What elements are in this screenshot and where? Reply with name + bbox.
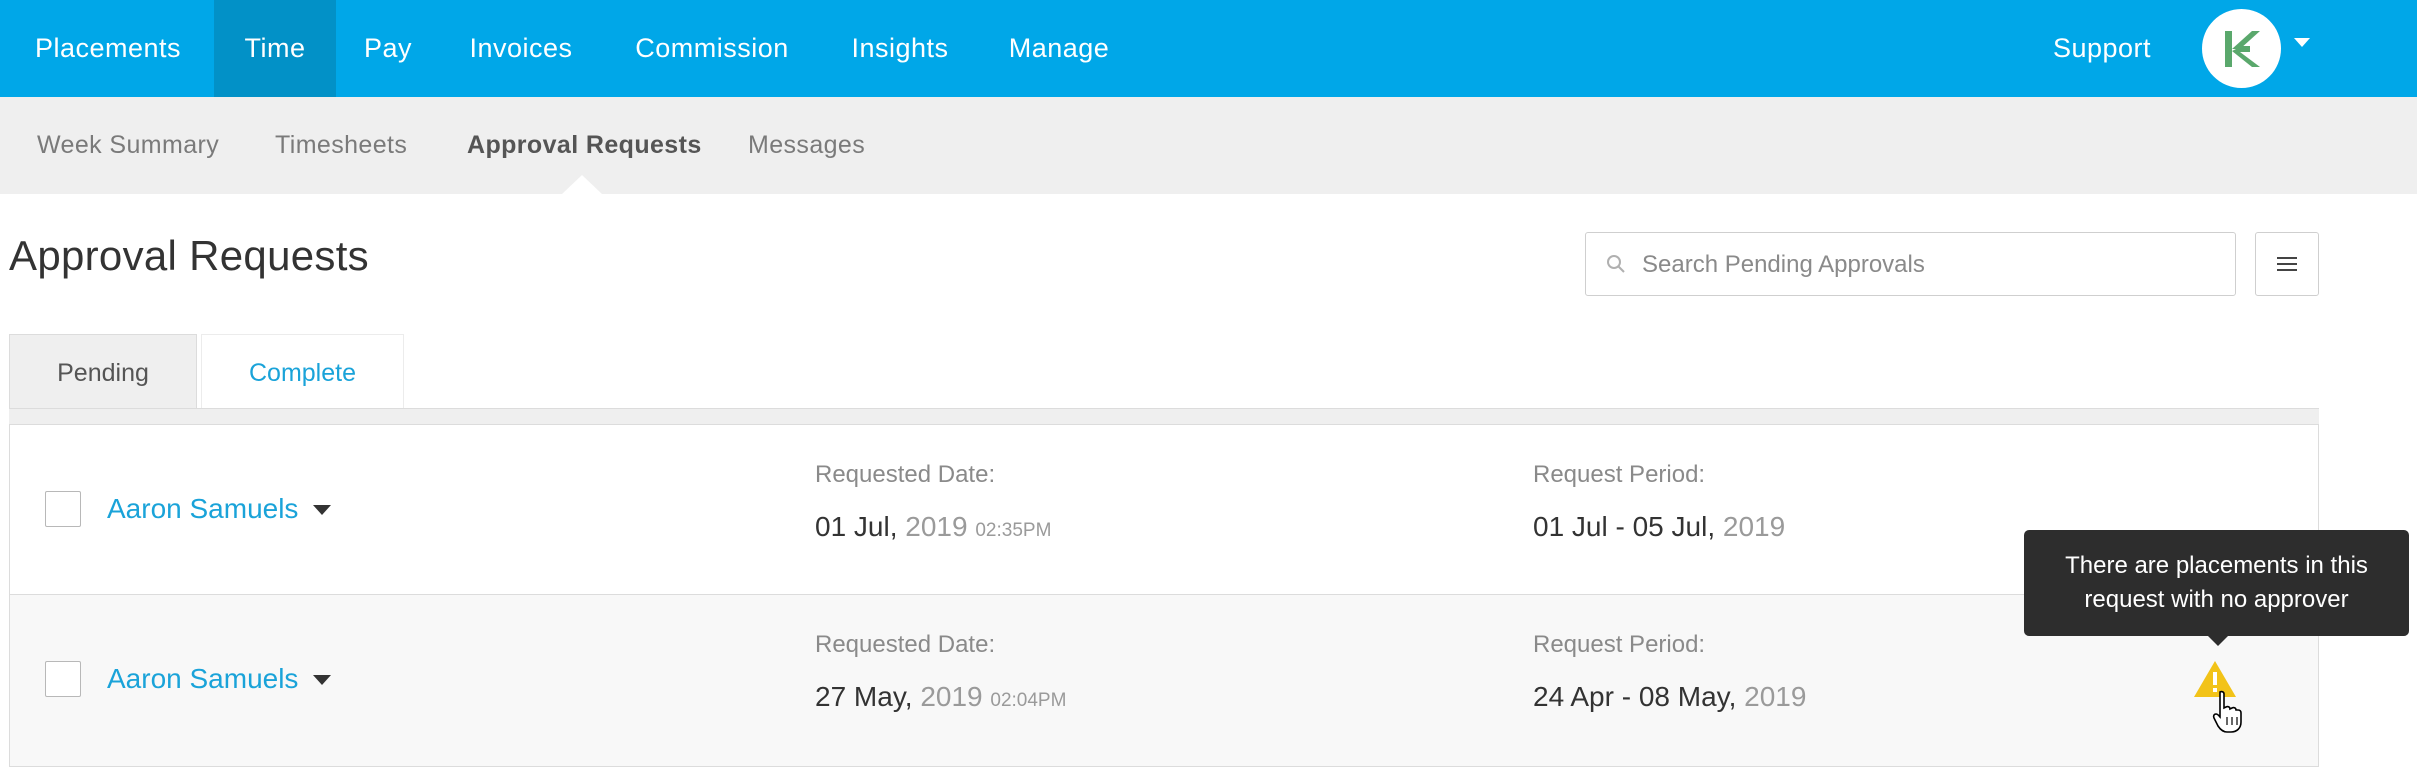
- tooltip-arrow: [2208, 636, 2228, 646]
- requested-day: 27 May,: [815, 681, 913, 712]
- approval-request-list: Aaron Samuels Requested Date: 01 Jul, 20…: [9, 424, 2319, 767]
- requested-date-label: Requested Date:: [815, 631, 996, 658]
- nav-pay[interactable]: Pay: [346, 0, 430, 97]
- select-checkbox[interactable]: [45, 491, 81, 527]
- sub-nav-bar: Week Summary Timesheets Approval Request…: [0, 97, 2417, 194]
- request-period-value: 24 Apr - 08 May, 2019: [1533, 681, 1806, 713]
- requested-time: 02:04PM: [990, 690, 1067, 711]
- list-menu-button[interactable]: [2255, 232, 2319, 296]
- nav-invoices[interactable]: Invoices: [452, 0, 590, 97]
- account-dropdown-caret-icon[interactable]: [2294, 38, 2310, 47]
- requester-name-link[interactable]: Aaron Samuels: [107, 493, 298, 525]
- nav-commission[interactable]: Commission: [620, 0, 804, 97]
- nav-support[interactable]: Support: [2036, 0, 2168, 97]
- period-year: 2019: [1722, 511, 1786, 542]
- request-period-label: Request Period:: [1533, 461, 1706, 488]
- nav-manage[interactable]: Manage: [994, 0, 1124, 97]
- nav-insights[interactable]: Insights: [836, 0, 964, 97]
- brand-logo-icon: [2225, 31, 2260, 67]
- period-range: 01 Jul - 05 Jul,: [1533, 511, 1716, 542]
- requested-year: 2019: [920, 681, 983, 712]
- requested-day: 01 Jul,: [815, 511, 898, 542]
- tab-complete[interactable]: Complete: [201, 334, 404, 410]
- requested-date-value: 27 May, 2019 02:04PM: [815, 681, 1066, 713]
- search-box[interactable]: [1585, 232, 2236, 296]
- active-subnav-pointer: [562, 175, 602, 194]
- requester-name-link[interactable]: Aaron Samuels: [107, 663, 298, 695]
- requested-year: 2019: [905, 511, 968, 542]
- nav-time[interactable]: Time: [214, 0, 336, 97]
- subnav-week-summary[interactable]: Week Summary: [37, 97, 219, 194]
- tooltip-line-2: request with no approver: [2084, 586, 2349, 613]
- chevron-down-icon[interactable]: [313, 505, 331, 515]
- hand-cursor-icon: [2212, 690, 2242, 733]
- subnav-timesheets[interactable]: Timesheets: [275, 97, 407, 194]
- user-avatar[interactable]: [2202, 9, 2281, 88]
- tabs-divider: [9, 408, 2319, 424]
- period-range: 24 Apr - 08 May,: [1533, 681, 1737, 712]
- request-period-value: 01 Jul - 05 Jul, 2019: [1533, 511, 1785, 543]
- tooltip-line-1: There are placements in this: [2065, 552, 2368, 579]
- search-icon: [1607, 255, 1625, 273]
- list-item: Aaron Samuels Requested Date: 27 May, 20…: [10, 595, 2318, 766]
- list-item: Aaron Samuels Requested Date: 01 Jul, 20…: [10, 425, 2318, 595]
- tab-pending[interactable]: Pending: [9, 334, 197, 410]
- search-input[interactable]: [1640, 241, 2224, 289]
- requested-date-label: Requested Date:: [815, 461, 996, 488]
- request-period-label: Request Period:: [1533, 631, 1706, 658]
- chevron-down-icon[interactable]: [313, 675, 331, 685]
- nav-placements[interactable]: Placements: [0, 0, 216, 97]
- requested-date-value: 01 Jul, 2019 02:35PM: [815, 511, 1051, 543]
- top-nav-bar: Placements Time Pay Invoices Commission …: [0, 0, 2417, 97]
- period-year: 2019: [1744, 681, 1807, 712]
- no-approver-tooltip: There are placements in this request wit…: [2024, 530, 2409, 646]
- requested-time: 02:35PM: [975, 520, 1052, 541]
- select-checkbox[interactable]: [45, 661, 81, 697]
- page-title: Approval Requests: [9, 232, 369, 279]
- subnav-messages[interactable]: Messages: [748, 97, 865, 194]
- hamburger-menu-icon: [2277, 257, 2297, 271]
